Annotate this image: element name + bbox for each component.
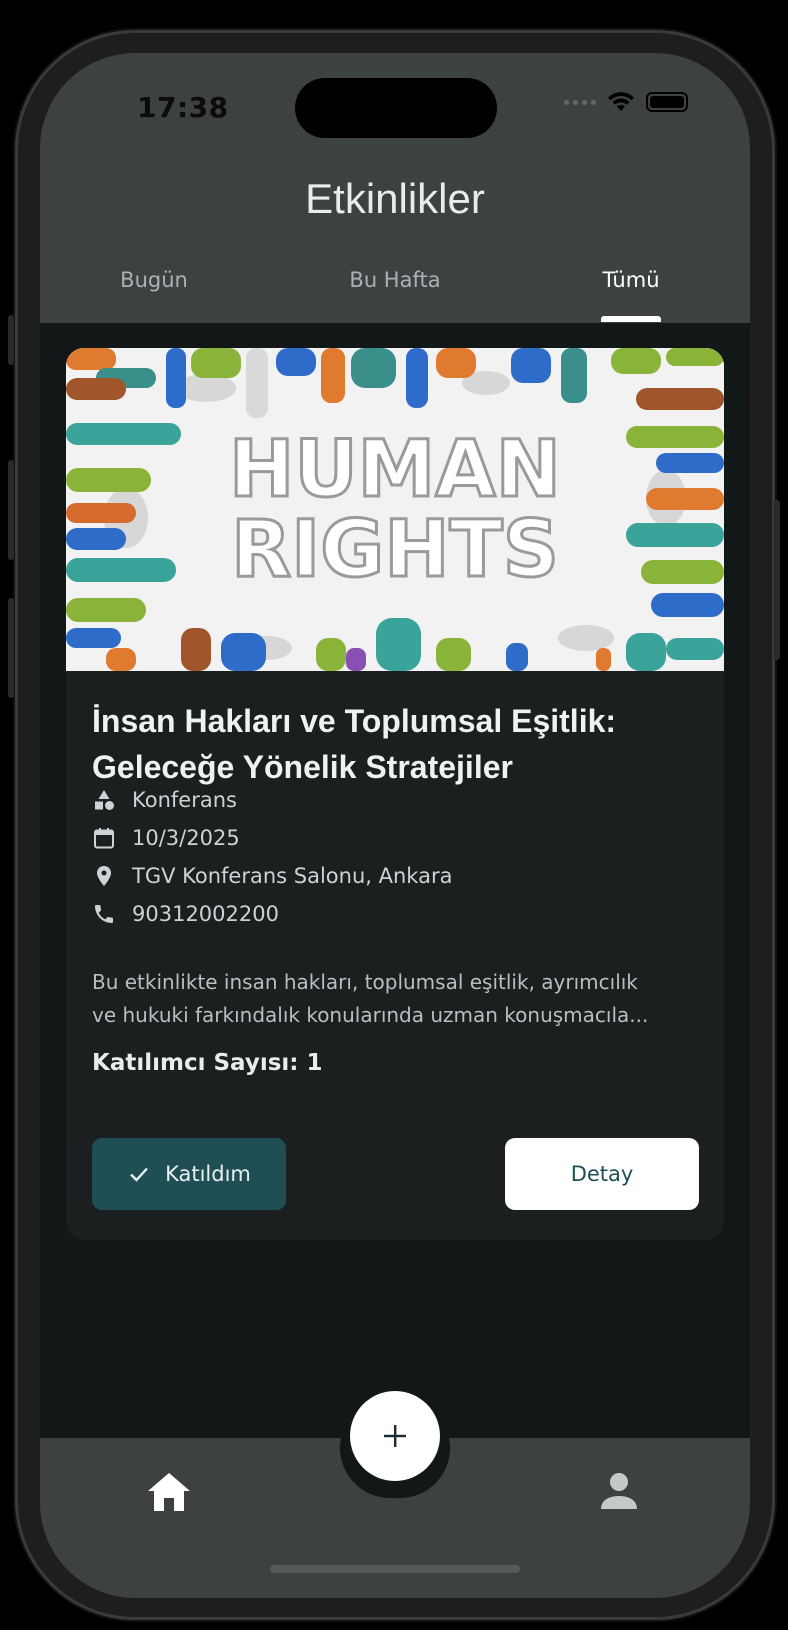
status-time: 17:38 [137,91,229,124]
location-pin-icon [97,866,111,886]
status-icons [564,91,688,113]
person-icon[interactable] [599,1471,639,1511]
tab-all[interactable]: Tümü [531,268,731,292]
event-title-line1: İnsan Hakları ve Toplumsal Eşitlik: [92,703,617,739]
joined-button[interactable]: Katıldım [92,1138,286,1210]
tab-bar: Bugün Bu Hafta Tümü [40,268,750,323]
plus-icon [384,1425,406,1447]
category-icon [95,790,114,810]
tab-today[interactable]: Bugün [54,268,254,292]
dynamic-island [295,78,497,138]
active-tab-indicator [601,316,661,322]
detail-button[interactable]: Detay [505,1138,699,1210]
event-card[interactable]: HUMAN RIGHTS İnsan Hakları ve Toplumsal … [66,348,724,1240]
participant-count: Katılımcı Sayısı: 1 [92,1050,323,1076]
event-image: HUMAN RIGHTS [66,348,724,671]
event-category: Konferans [132,788,237,812]
page-title: Etkinlikler [305,175,485,222]
image-text-rights: RIGHTS [231,505,559,595]
event-title-line2: Geleceğe Yönelik Stratejiler [92,749,513,785]
event-phone-row: 90312002200 [92,902,279,926]
home-icon[interactable] [146,1471,192,1513]
detail-button-label: Detay [570,1162,634,1186]
battery-icon [646,92,688,112]
app-header: 17:38 Etkinlikler Bugün Bu Hafta Tümü [40,53,750,323]
event-date: 10/3/2025 [132,826,240,850]
volume-up-button [8,460,14,560]
event-location-row: TGV Konferans Salonu, Ankara [92,864,452,888]
event-date-row: 10/3/2025 [92,826,240,850]
signal-dots-icon [564,99,596,105]
check-icon [130,1167,148,1182]
event-title: İnsan Hakları ve Toplumsal Eşitlik: Gele… [92,698,692,790]
tab-this-week[interactable]: Bu Hafta [295,268,495,292]
calendar-icon [94,828,114,849]
power-button [774,500,780,660]
wifi-icon [608,92,634,111]
event-description-line1: Bu etkinlikte insan hakları, toplumsal e… [92,970,638,994]
add-event-button[interactable] [350,1391,440,1481]
event-location: TGV Konferans Salonu, Ankara [132,864,453,888]
event-category-row: Konferans [92,788,237,812]
event-description-line2: ve hukuki farkındalık konularında uzman … [92,1003,649,1027]
image-text-human: HUMAN [229,425,561,515]
joined-button-label: Katıldım [165,1162,251,1186]
app-screen: 17:38 Etkinlikler Bugün Bu Hafta Tümü HU… [40,53,750,1598]
phone-icon [95,905,113,923]
home-indicator [270,1565,520,1573]
mute-switch [8,315,14,365]
event-description: Bu etkinlikte insan hakları, toplumsal e… [92,966,700,1032]
volume-down-button [8,598,14,698]
event-phone: 90312002200 [132,902,279,926]
